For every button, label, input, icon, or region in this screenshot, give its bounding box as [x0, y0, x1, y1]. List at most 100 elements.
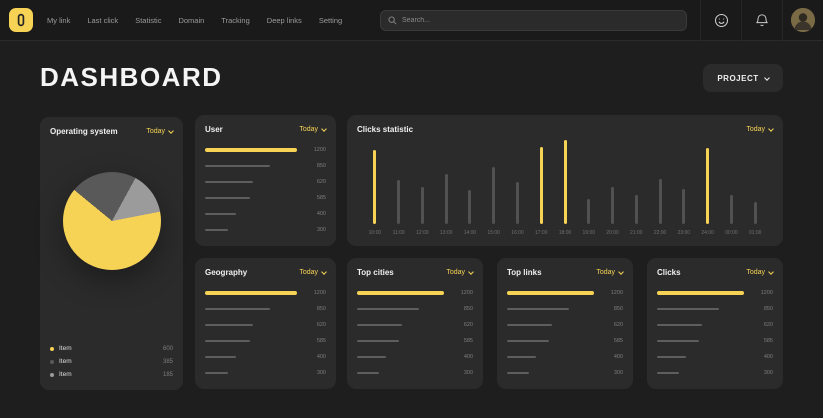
user-avatar[interactable] — [782, 0, 823, 41]
app-logo[interactable] — [9, 8, 33, 32]
bar-track — [357, 372, 444, 375]
bar-row: 300 — [357, 371, 473, 375]
bar — [205, 372, 228, 375]
bar-track — [507, 340, 594, 343]
project-dropdown[interactable]: PROJECT — [703, 64, 783, 92]
bar — [657, 324, 702, 327]
bar-value: 585 — [751, 338, 773, 344]
accent-bar — [357, 291, 444, 295]
vbar-column: 22:00 — [648, 140, 672, 236]
time-label: 22:00 — [654, 230, 667, 236]
bar-row: 300 — [205, 228, 326, 232]
vbar — [635, 195, 638, 224]
bar-row: 620 — [657, 323, 773, 327]
today-filter[interactable]: Today — [446, 269, 473, 276]
today-filter[interactable]: Today — [299, 126, 326, 133]
person-icon — [791, 8, 815, 32]
bar — [205, 165, 270, 168]
today-filter[interactable]: Today — [746, 269, 773, 276]
today-filter-label: Today — [446, 269, 465, 276]
bar — [357, 340, 399, 343]
notifications-button[interactable] — [741, 0, 782, 41]
bar — [657, 340, 699, 343]
vbar — [492, 167, 495, 224]
accent-bar — [205, 291, 297, 295]
bar-track — [205, 197, 297, 200]
bar-row: 585 — [357, 339, 473, 343]
accent-vbar — [373, 150, 376, 224]
vbar-track — [492, 140, 495, 224]
nav-deep-links[interactable]: Deep links — [267, 16, 302, 25]
bar-row: 300 — [657, 371, 773, 375]
bar-row: 1200 — [507, 291, 623, 295]
vbar — [611, 187, 614, 224]
vbar-column: 15:00 — [482, 140, 506, 236]
today-filter[interactable]: Today — [146, 128, 173, 135]
bar — [205, 340, 250, 343]
today-filter[interactable]: Today — [299, 269, 326, 276]
bar-value: 300 — [451, 370, 473, 376]
bar-row: 850 — [205, 307, 326, 311]
bar-row: 620 — [205, 323, 326, 327]
today-filter[interactable]: Today — [746, 126, 773, 133]
legend-label: Item — [59, 358, 72, 365]
bar-value: 850 — [304, 306, 326, 312]
today-filter-label: Today — [746, 269, 765, 276]
vbar — [659, 179, 662, 224]
bar-value: 585 — [304, 195, 326, 201]
bar — [357, 372, 379, 375]
nav-tracking[interactable]: Tracking — [221, 16, 249, 25]
bar-track — [205, 291, 297, 295]
card-clicks-statistic: Clicks statistic Today 10:00 11:00 — [347, 115, 783, 246]
bar-track — [357, 340, 444, 343]
bar-value: 620 — [304, 322, 326, 328]
card-header: Top cities Today — [357, 268, 473, 277]
time-label: 11:00 — [393, 230, 405, 236]
bar-row: 620 — [205, 180, 326, 184]
today-filter[interactable]: Today — [596, 269, 623, 276]
card-header: User Today — [205, 125, 326, 134]
bar-track — [205, 213, 297, 216]
bar-value: 1200 — [751, 290, 773, 296]
search-icon — [388, 16, 397, 25]
time-label: 00:00 — [725, 230, 738, 236]
card-header: Top links Today — [507, 268, 623, 277]
nav-domain[interactable]: Domain — [178, 16, 204, 25]
card-title: Top cities — [357, 268, 394, 277]
chevron-down-icon — [168, 128, 174, 134]
legend-dot — [50, 347, 54, 351]
top-navbar: My link Last click Statistic Domain Trac… — [0, 0, 823, 41]
time-label: 01:00 — [749, 230, 762, 236]
accent-vbar — [706, 148, 709, 224]
nav-my-link[interactable]: My link — [47, 16, 70, 25]
nav-setting[interactable]: Setting — [319, 16, 342, 25]
bar — [205, 181, 253, 184]
today-filter-label: Today — [299, 269, 318, 276]
accent-bar — [507, 291, 594, 295]
bar-value: 620 — [601, 322, 623, 328]
bar-value: 585 — [451, 338, 473, 344]
card-header: Clicks statistic Today — [357, 125, 773, 134]
vbar-track — [754, 140, 757, 224]
bar — [205, 324, 253, 327]
bar-track — [507, 291, 594, 295]
nav-last-click[interactable]: Last click — [87, 16, 118, 25]
vbar-column: 21:00 — [624, 140, 648, 236]
nav-statistic[interactable]: Statistic — [135, 16, 161, 25]
time-label: 20:00 — [606, 230, 619, 236]
user-bar-chart: 1200 850 620 585 — [205, 148, 326, 232]
search-bar[interactable] — [380, 10, 687, 31]
legend-dot — [50, 373, 54, 377]
accent-bar — [205, 148, 297, 152]
today-filter-label: Today — [146, 128, 165, 135]
card-header: Operating system Today — [50, 127, 173, 136]
search-input[interactable] — [402, 17, 679, 24]
bar-track — [657, 291, 744, 295]
reactions-button[interactable] — [700, 0, 741, 41]
bar-row: 1200 — [205, 148, 326, 152]
legend-item: Item 600 — [50, 345, 173, 352]
bar-track — [507, 356, 594, 359]
time-label: 13:00 — [440, 230, 453, 236]
time-label: 18:00 — [559, 230, 572, 236]
bar-value: 300 — [601, 370, 623, 376]
